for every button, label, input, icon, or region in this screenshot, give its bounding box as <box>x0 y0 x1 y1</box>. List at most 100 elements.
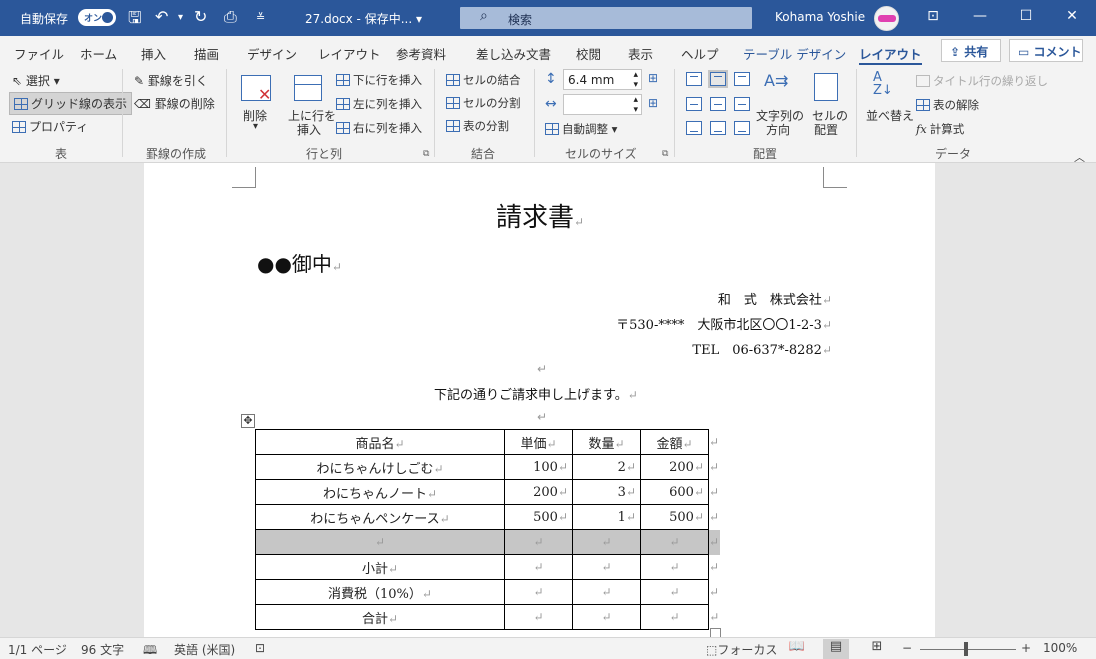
view-gridlines-button[interactable]: グリッド線の表示 <box>9 92 133 115</box>
tab-review[interactable]: 校閲 <box>576 44 601 63</box>
document-title-text[interactable]: 請求書↵ <box>496 197 584 234</box>
table-cell[interactable]: 合計↵ <box>255 604 505 630</box>
maximize-button[interactable]: ☐ <box>1016 8 1036 24</box>
page-count[interactable]: 1/1 ページ <box>8 641 67 658</box>
page[interactable]: 請求書↵ ●●御中↵ 和 式 株式会社↵ 〒530-**** 大阪市北区〇〇1-… <box>144 163 935 637</box>
table-cell[interactable]: 1↵ <box>572 504 641 530</box>
align-bottom-center-icon[interactable] <box>710 121 726 135</box>
table-cell[interactable]: ↵ <box>255 529 505 555</box>
focus-mode-button[interactable]: ⬚フォーカス <box>706 641 777 658</box>
distribute-columns-icon[interactable]: ⊞ <box>648 96 658 110</box>
language[interactable]: 英語 (米国) <box>174 641 235 658</box>
convert-to-text-button[interactable]: 表の解除 <box>916 97 979 113</box>
sort-label[interactable]: 並べ替え <box>866 107 914 124</box>
zoom-slider-thumb[interactable] <box>964 642 968 656</box>
quick-print-icon[interactable]: ⎙ <box>224 7 237 27</box>
share-button[interactable]: ⇪ 共有 <box>941 39 1001 62</box>
undo-icon[interactable]: ↶ <box>155 7 168 26</box>
proofing-icon[interactable]: 🕮 <box>143 641 157 659</box>
table-cell[interactable]: 小計↵ <box>255 554 505 580</box>
web-layout-icon[interactable]: ⊞ <box>864 639 890 659</box>
autosave-toggle[interactable]: オン <box>78 9 116 26</box>
select-button[interactable]: ⇖ 選択 ▾ <box>12 72 60 89</box>
word-count[interactable]: 96 文字 <box>81 641 124 658</box>
read-mode-icon[interactable]: 📖 <box>784 639 810 659</box>
zoom-out-button[interactable]: − <box>902 641 912 655</box>
insert-above-icon[interactable] <box>294 75 322 101</box>
tab-draw[interactable]: 描画 <box>194 44 219 63</box>
tab-help[interactable]: ヘルプ <box>681 44 719 63</box>
tel-line[interactable]: TEL 06-637*-8282↵ <box>692 339 832 358</box>
row-height-spinner-icon[interactable]: ▴ ▾ <box>633 70 638 90</box>
intro-line[interactable]: 下記の通りご請求申し上げます。↵ <box>434 384 638 403</box>
column-width-spinner-icon[interactable]: ▴ ▾ <box>633 95 638 115</box>
redo-icon[interactable]: ↻ <box>194 7 207 26</box>
tab-design[interactable]: デザイン <box>247 44 297 63</box>
address-line[interactable]: 〒530-**** 大阪市北区〇〇1-2-3↵ <box>616 314 832 333</box>
table-cell[interactable]: ↵ <box>640 529 709 555</box>
tab-file[interactable]: ファイル <box>14 44 64 63</box>
tab-mailings[interactable]: 差し込み文書 <box>476 44 551 63</box>
column-width-input[interactable]: ▴ ▾ <box>563 94 642 115</box>
table-header-cell[interactable]: 商品名↵ <box>255 429 505 455</box>
align-top-left-icon[interactable] <box>686 72 702 86</box>
tab-home[interactable]: ホーム <box>80 44 117 63</box>
close-button[interactable]: ✕ <box>1062 8 1082 24</box>
insert-right-button[interactable]: 右に列を挿入 <box>336 120 422 136</box>
table-cell[interactable]: わにちゃんペンケース↵ <box>255 504 505 530</box>
split-table-button[interactable]: 表の分割 <box>446 118 509 134</box>
addressee-text[interactable]: ●●御中↵ <box>257 248 342 277</box>
table-cell[interactable]: 100↵ <box>504 454 573 480</box>
table-cell[interactable]: 500↵ <box>640 504 709 530</box>
empty-paragraph[interactable]: ↵ <box>537 362 547 376</box>
table-cell[interactable]: ↵ <box>640 604 709 630</box>
eraser-button[interactable]: ⌫ 罫線の削除 <box>134 95 215 112</box>
table-move-handle-icon[interactable]: ✥ <box>241 414 255 428</box>
align-bottom-left-icon[interactable] <box>686 121 702 135</box>
table-cell[interactable]: わにちゃんノート↵ <box>255 479 505 505</box>
table-cell[interactable]: ↵ <box>640 554 709 580</box>
align-center-icon[interactable] <box>710 97 726 111</box>
merge-cells-button[interactable]: セルの結合 <box>446 72 521 88</box>
table-header-cell[interactable]: 数量↵ <box>572 429 641 455</box>
undo-dropdown-icon[interactable]: ▾ <box>178 12 183 23</box>
table-cell[interactable]: 200↵ <box>504 479 573 505</box>
table-resize-handle[interactable] <box>710 628 721 637</box>
text-direction-label-2[interactable]: 方向 <box>766 121 790 138</box>
table-cell[interactable]: わにちゃんけしごむ↵ <box>255 454 505 480</box>
tab-table-design[interactable]: テーブル デザイン <box>743 44 846 63</box>
properties-button[interactable]: プロパティ <box>12 118 88 135</box>
zoom-level[interactable]: 100% <box>1043 641 1077 655</box>
table-cell[interactable]: 200↵ <box>640 454 709 480</box>
table-header-cell[interactable]: 単価↵ <box>504 429 573 455</box>
print-layout-icon[interactable]: ▤ <box>823 639 849 659</box>
table-cell[interactable]: ↵ <box>572 604 641 630</box>
formula-button[interactable]: fx 計算式 <box>916 121 964 137</box>
zoom-in-button[interactable]: + <box>1021 641 1031 655</box>
sort-icon[interactable]: A Z↓ <box>873 71 893 97</box>
table-cell[interactable]: ↵ <box>572 529 641 555</box>
table-cell[interactable]: ↵ <box>504 579 573 605</box>
align-center-left-icon[interactable] <box>686 97 702 111</box>
table-cell[interactable]: 600↵ <box>640 479 709 505</box>
table-header-cell[interactable]: 金額↵ <box>640 429 709 455</box>
autofit-button[interactable]: 自動調整 ▾ <box>545 121 617 137</box>
table-cell[interactable]: ↵ <box>640 579 709 605</box>
table-cell[interactable]: ↵ <box>504 604 573 630</box>
company-line[interactable]: 和 式 株式会社↵ <box>718 289 832 308</box>
table-cell[interactable]: 500↵ <box>504 504 573 530</box>
table-cell[interactable]: ↵ <box>504 529 573 555</box>
minimize-button[interactable]: — <box>970 8 990 24</box>
align-top-center-icon[interactable] <box>708 70 728 88</box>
align-top-right-icon[interactable] <box>734 72 750 86</box>
table-cell[interactable]: ↵ <box>504 554 573 580</box>
size-dialog-launcher-icon[interactable]: ⧉ <box>662 149 668 159</box>
row-height-input[interactable]: 6.4 mm ▴ ▾ <box>563 69 642 90</box>
empty-paragraph[interactable]: ↵ <box>537 410 547 424</box>
delete-dropdown-icon[interactable]: ▾ <box>253 121 258 132</box>
comments-button[interactable]: ▭ コメント <box>1009 39 1083 62</box>
split-cells-button[interactable]: セルの分割 <box>446 95 521 111</box>
cell-margins-icon[interactable] <box>814 73 838 101</box>
text-direction-icon[interactable]: A⇉ <box>764 71 788 90</box>
distribute-rows-icon[interactable]: ⊞ <box>648 71 658 85</box>
